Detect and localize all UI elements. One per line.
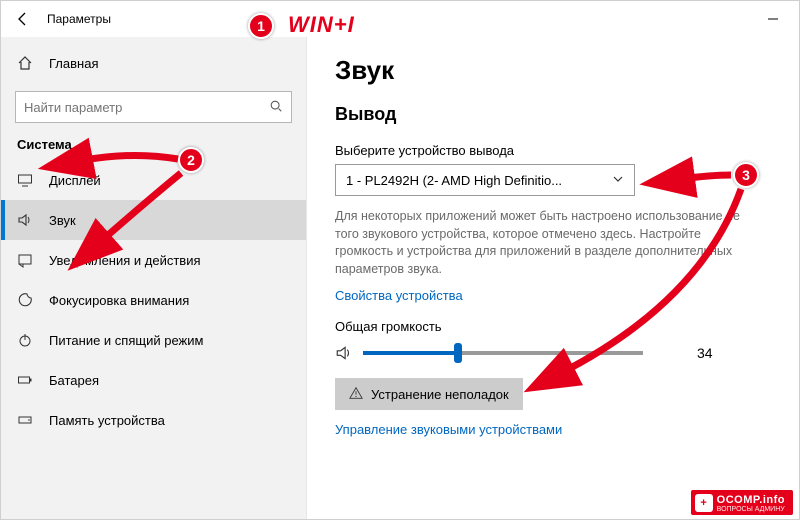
watermark: + OCOMP.info ВОПРОСЫ АДМИНУ [691, 490, 793, 515]
plus-icon: + [695, 494, 713, 512]
watermark-title: OCOMP.info [717, 494, 785, 506]
watermark-subtitle: ВОПРОСЫ АДМИНУ [717, 506, 785, 513]
